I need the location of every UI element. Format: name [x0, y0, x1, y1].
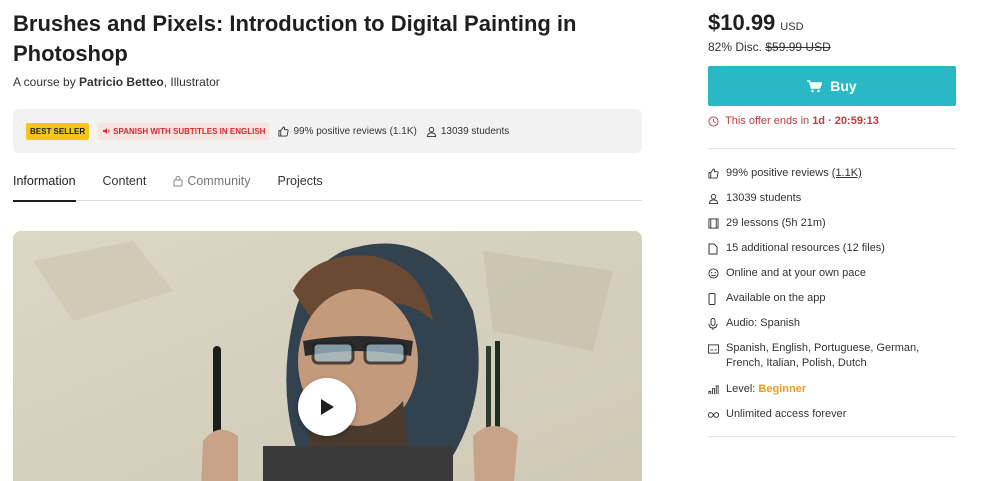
lock-icon — [173, 176, 183, 187]
course-price: $10.99 — [708, 10, 776, 35]
film-icon — [708, 218, 719, 229]
microphone-icon — [708, 317, 718, 330]
offer-time: 1d · 20:59:13 — [812, 115, 879, 127]
course-main: Brushes and Pixels: Introduction to Digi… — [13, 0, 642, 481]
purchase-panel: $10.99 USD 82% Disc. $59.99 USD Buy This… — [708, 0, 956, 437]
feature-reviews-label: 99% positive reviews — [726, 167, 829, 179]
feature-access: Unlimited access forever — [708, 407, 956, 432]
buy-button-label: Buy — [830, 78, 857, 94]
offer-prefix: This offer ends in — [725, 115, 810, 127]
feature-lessons: 29 lessons (5h 21m) — [708, 216, 956, 241]
course-tabs: Information Content Community Projects — [13, 171, 642, 202]
feature-resources: 15 additional resources (12 files) — [708, 241, 956, 266]
infobar-students: 13039 students — [426, 126, 509, 137]
thumbs-up-icon — [708, 168, 719, 179]
reviews-count-link[interactable]: (1.1K) — [832, 167, 862, 179]
user-icon — [426, 126, 436, 137]
thumbs-up-icon — [278, 125, 289, 137]
feature-access-label: Unlimited access forever — [726, 408, 847, 420]
discount-line: 82% Disc. $59.99 USD — [708, 40, 956, 54]
feature-pace: Online and at your own pace — [708, 266, 956, 291]
price-row: $10.99 USD — [708, 10, 956, 36]
language-badge-label: SPANISH WITH SUBTITLES IN ENGLISH — [113, 126, 266, 136]
infobar-students-label: 13039 students — [440, 125, 510, 137]
feature-app-label: Available on the app — [726, 292, 826, 304]
course-features: 99% positive reviews (1.1K) 13039 studen… — [708, 166, 956, 432]
clock-icon — [708, 115, 719, 127]
feature-subtitles: Spanish, English, Portuguese, German, Fr… — [708, 341, 956, 382]
speaker-icon — [103, 128, 110, 134]
tab-community[interactable]: Community — [173, 171, 251, 201]
feature-reviews: 99% positive reviews (1.1K) — [708, 166, 956, 191]
language-badge: SPANISH WITH SUBTITLES IN ENGLISH — [98, 122, 270, 140]
course-title: Brushes and Pixels: Introduction to Digi… — [13, 11, 577, 66]
buy-button[interactable]: Buy — [708, 66, 956, 106]
original-price: $59.99 USD — [765, 40, 831, 54]
feature-level-label: Level: — [726, 383, 756, 395]
course-byline: A course by Patricio Betteo, Illustrator — [13, 75, 642, 89]
level-bars-icon — [708, 385, 719, 395]
infinity-icon — [708, 411, 719, 418]
feature-students-label: 13039 students — [726, 192, 802, 204]
phone-icon — [708, 292, 716, 305]
file-icon — [708, 243, 718, 254]
feature-lessons-label: 29 lessons (5h 21m) — [726, 217, 826, 229]
author-role: , Illustrator — [163, 75, 220, 89]
user-icon — [708, 193, 719, 204]
smile-icon — [708, 268, 719, 279]
feature-students: 13039 students — [708, 191, 956, 216]
best-seller-badge: BEST SELLER — [26, 122, 90, 140]
infobar-reviews-label: 99% positive reviews (1.1K) — [293, 125, 417, 137]
feature-subtitles-label: Spanish, English, Portuguese, German, Fr… — [726, 342, 920, 369]
discount-label: 82% Disc. — [708, 40, 763, 54]
feature-app: Available on the app — [708, 291, 956, 316]
tab-community-label: Community — [187, 174, 251, 188]
author-name[interactable]: Patricio Betteo — [79, 75, 164, 89]
course-infobar: BEST SELLER SPANISH WITH SUBTITLES IN EN… — [13, 109, 642, 153]
feature-pace-label: Online and at your own pace — [726, 267, 867, 279]
features-divider — [708, 436, 956, 437]
infobar-reviews: 99% positive reviews (1.1K) — [278, 125, 417, 137]
subtitles-icon — [708, 343, 719, 354]
offer-countdown: This offer ends in 1d · 20:59:13 — [708, 115, 956, 127]
play-icon — [321, 399, 334, 415]
course-preview-image — [13, 231, 642, 481]
byline-prefix: A course by — [13, 75, 76, 89]
feature-resources-label: 15 additional resources (12 files) — [726, 242, 885, 254]
tab-content[interactable]: Content — [103, 171, 147, 201]
course-video-preview[interactable] — [13, 231, 642, 481]
tab-information[interactable]: Information — [13, 171, 76, 202]
feature-level: Level: Beginner — [708, 382, 956, 407]
play-button[interactable] — [298, 378, 356, 436]
cart-icon — [807, 79, 823, 92]
tab-projects[interactable]: Projects — [278, 171, 323, 201]
feature-audio-label: Audio: Spanish — [726, 317, 800, 329]
feature-audio: Audio: Spanish — [708, 316, 956, 341]
feature-level-value: Beginner — [758, 383, 807, 395]
panel-divider — [708, 148, 956, 149]
price-currency: USD — [780, 21, 804, 33]
